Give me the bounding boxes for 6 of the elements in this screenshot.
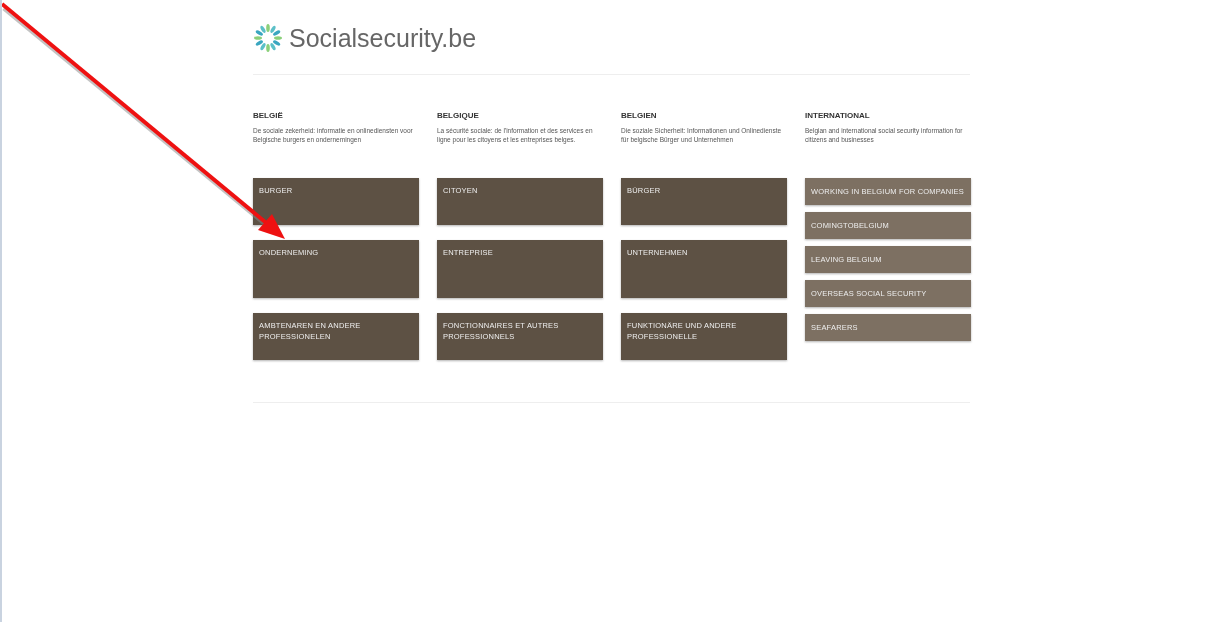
logo-icon: [253, 22, 283, 54]
column-title: BELGIË: [253, 111, 284, 120]
column-title: INTERNATIONAL: [805, 111, 871, 120]
site-logo[interactable]: Socialsecurity.be: [289, 23, 477, 53]
column-title: BELGIQUE: [437, 111, 480, 120]
column-title: BELGIEN: [621, 111, 658, 120]
